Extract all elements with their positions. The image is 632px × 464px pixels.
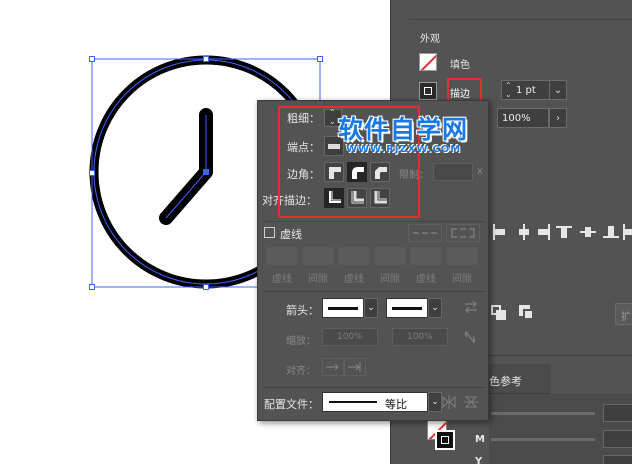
align-top-icon[interactable] bbox=[556, 224, 572, 240]
align-right-icon[interactable] bbox=[536, 224, 552, 240]
gap-field-3[interactable] bbox=[446, 247, 478, 265]
align-bottom-icon[interactable] bbox=[603, 224, 619, 240]
site-watermark: 软件自学网 WWW.RJZXW.COM bbox=[338, 110, 490, 155]
stroke-weight-dropdown[interactable]: ⌄ bbox=[549, 80, 567, 100]
dash-field-3[interactable] bbox=[410, 247, 442, 265]
align-middle-icon[interactable] bbox=[580, 224, 596, 240]
start-arrowhead-select[interactable] bbox=[322, 298, 364, 318]
panel-divider bbox=[263, 221, 485, 222]
color-slider-track[interactable] bbox=[491, 412, 595, 415]
yellow-label: Y bbox=[475, 456, 483, 464]
opacity-expand-button[interactable]: › bbox=[549, 108, 567, 128]
gap-field-1[interactable] bbox=[302, 247, 334, 265]
gap-label-3: 间隙 bbox=[452, 274, 472, 285]
yellow-value-field[interactable] bbox=[603, 455, 632, 464]
dash-field-2[interactable] bbox=[338, 247, 370, 265]
dash-label-2: 虚线 bbox=[344, 274, 364, 285]
width-profile-select[interactable]: 等比 bbox=[322, 392, 428, 412]
dash-field-1[interactable] bbox=[266, 247, 298, 265]
illustrator-workspace: 外观 填色 描边 ⌃ ⌄ 1 pt ⌄ 100% › 扩 色参考 M Y 粗细：… bbox=[0, 0, 632, 464]
dashed-line-checkbox[interactable] bbox=[264, 227, 275, 238]
magenta-value-field[interactable] bbox=[603, 430, 632, 448]
panel-divider bbox=[263, 387, 485, 388]
arrow-tip-end-icon bbox=[348, 362, 361, 372]
stroke-weight-field[interactable]: ⌃ ⌄ 1 pt bbox=[501, 80, 553, 100]
align-left-icon[interactable] bbox=[491, 224, 507, 240]
arrow-align-label: 对齐： bbox=[286, 366, 316, 377]
arrow-tip-beyond-icon bbox=[326, 363, 339, 371]
magenta-slider[interactable] bbox=[491, 438, 595, 441]
panel-divider bbox=[263, 291, 485, 292]
pathfinder-minus-back-icon[interactable] bbox=[491, 305, 507, 321]
link-scale-icon[interactable] bbox=[463, 329, 477, 345]
pathfinder-crop-icon[interactable] bbox=[519, 305, 535, 321]
arrowhead-label: 箭头： bbox=[286, 304, 319, 317]
appearance-title: 外观 bbox=[420, 34, 440, 45]
fill-label: 填色 bbox=[450, 60, 470, 71]
stroke-color-widget[interactable] bbox=[435, 430, 455, 450]
clock-hands-path[interactable] bbox=[159, 108, 213, 225]
dash-align-corners-button[interactable] bbox=[446, 224, 480, 242]
gap-label-1: 间隙 bbox=[308, 274, 328, 285]
no-fill-icon bbox=[420, 54, 436, 70]
limit-unit: x bbox=[477, 166, 483, 177]
swap-arrowheads-icon[interactable] bbox=[463, 300, 479, 314]
color-value-field[interactable] bbox=[603, 404, 632, 422]
flip-across-icon[interactable] bbox=[464, 395, 478, 409]
watermark-url: WWW.RJZXW.COM bbox=[346, 144, 462, 155]
dashed-line-label: 虚线 bbox=[280, 228, 302, 241]
dash-label-1: 虚线 bbox=[272, 274, 292, 285]
gap-field-2[interactable] bbox=[374, 247, 406, 265]
arrow-tip-beyond-button[interactable] bbox=[322, 358, 344, 376]
profile-label: 配置文件： bbox=[264, 398, 319, 411]
align-center-icon[interactable] bbox=[516, 224, 532, 240]
center-point-marker bbox=[203, 169, 209, 175]
end-arrowhead-select[interactable] bbox=[386, 298, 428, 318]
limit-field[interactable] bbox=[433, 163, 473, 181]
expand-button[interactable]: 扩 bbox=[615, 303, 632, 325]
arrow-tip-end-button[interactable] bbox=[344, 358, 366, 376]
flip-along-icon[interactable] bbox=[441, 395, 457, 409]
dash-label-3: 虚线 bbox=[416, 274, 436, 285]
distribute-icon[interactable] bbox=[621, 224, 632, 240]
end-scale-field[interactable]: 100% bbox=[392, 328, 448, 346]
start-scale-field[interactable]: 100% bbox=[322, 328, 378, 346]
opacity-field[interactable]: 100% bbox=[497, 108, 549, 128]
gap-label-2: 间隙 bbox=[380, 274, 400, 285]
panel-divider bbox=[409, 19, 632, 20]
fill-swatch[interactable] bbox=[419, 53, 437, 71]
end-arrowhead-dropdown[interactable]: ⌄ bbox=[428, 298, 442, 318]
dash-preserve-button[interactable] bbox=[408, 224, 442, 242]
spinner-arrows-icon[interactable]: ⌃ ⌄ bbox=[505, 81, 512, 99]
panel-divider bbox=[489, 355, 632, 356]
width-profile-dropdown[interactable]: ⌄ bbox=[428, 392, 442, 412]
scale-label: 缩放： bbox=[286, 336, 316, 347]
magenta-label: M bbox=[475, 434, 485, 445]
start-arrowhead-dropdown[interactable]: ⌄ bbox=[364, 298, 378, 318]
watermark-title: 软件自学网 bbox=[338, 115, 469, 144]
tab-color-reference[interactable]: 色参考 bbox=[489, 364, 551, 394]
stroke-swatch[interactable] bbox=[419, 82, 437, 100]
